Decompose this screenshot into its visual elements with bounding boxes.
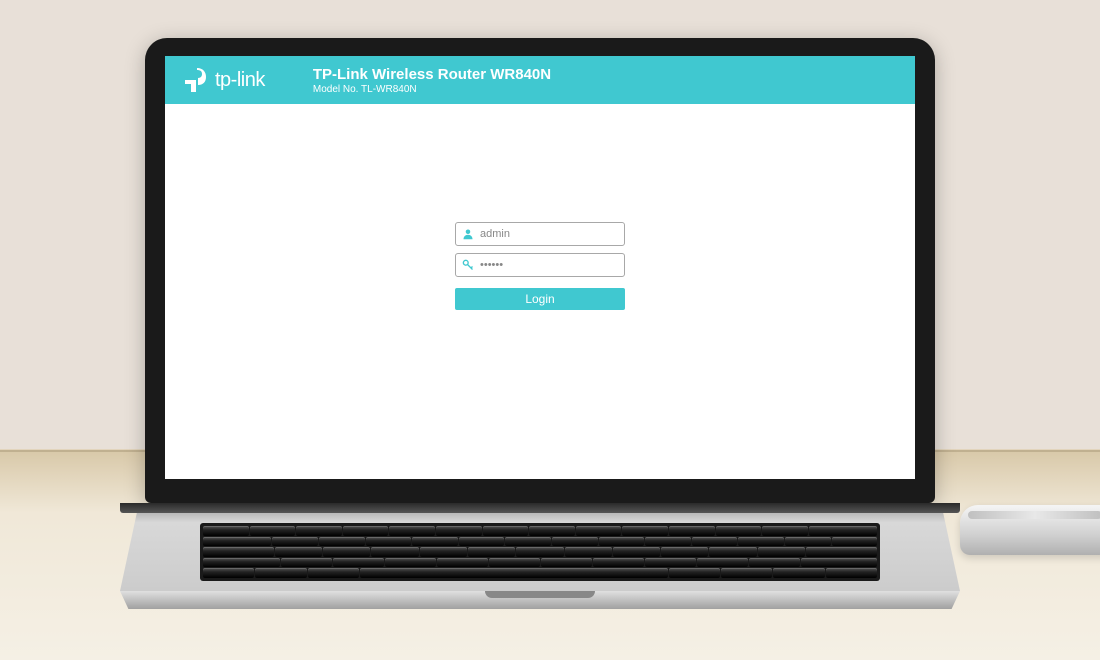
laptop: tp-link TP-Link Wireless Router WR840N M… [145, 38, 935, 610]
laptop-front-edge [120, 591, 960, 609]
title-block: TP-Link Wireless Router WR840N Model No.… [313, 66, 551, 95]
brand-logo: tp-link [183, 66, 265, 94]
header-bar: tp-link TP-Link Wireless Router WR840N M… [165, 56, 915, 104]
login-button[interactable]: Login [455, 288, 625, 310]
key-icon [462, 259, 474, 271]
laptop-base [120, 503, 960, 610]
laptop-hinge [120, 503, 960, 513]
tp-link-logo-icon [183, 66, 207, 94]
laptop-lid: tp-link TP-Link Wireless Router WR840N M… [145, 38, 935, 503]
password-row[interactable] [455, 253, 625, 277]
router-title: TP-Link Wireless Router WR840N [313, 66, 551, 84]
login-form: Login [455, 222, 625, 310]
password-input[interactable] [480, 259, 622, 271]
side-device [960, 505, 1100, 555]
login-content-area: Login [165, 104, 915, 479]
keyboard-deck [120, 513, 960, 591]
username-row[interactable] [455, 222, 625, 246]
router-admin-screen: tp-link TP-Link Wireless Router WR840N M… [165, 56, 915, 479]
keyboard [200, 523, 880, 581]
router-model: Model No. TL-WR840N [313, 84, 551, 95]
user-icon [462, 228, 474, 240]
brand-name: tp-link [215, 69, 265, 92]
username-input[interactable] [480, 228, 622, 240]
laptop-notch [485, 591, 595, 598]
